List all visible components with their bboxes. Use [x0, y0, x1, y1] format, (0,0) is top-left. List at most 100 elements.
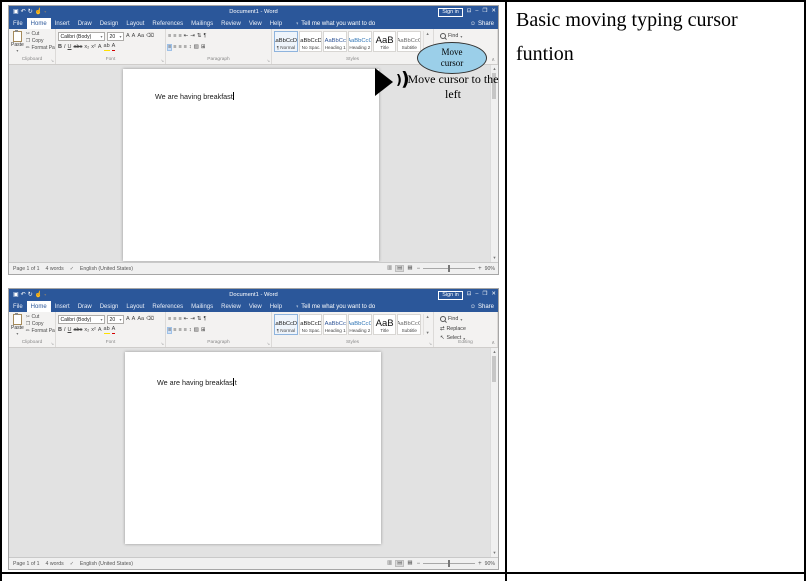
bold-icon[interactable]: B: [58, 328, 62, 334]
tab-file[interactable]: File: [9, 301, 27, 312]
tell-me-box[interactable]: ♀Tell me what you want to do: [295, 18, 375, 29]
scroll-up-icon[interactable]: ▲: [491, 349, 498, 355]
copy-button[interactable]: ❐Copy: [26, 39, 56, 44]
tab-review[interactable]: Review: [217, 301, 245, 312]
find-button[interactable]: Find▾: [440, 32, 495, 40]
justify-icon[interactable]: ≡: [184, 45, 187, 51]
share-button[interactable]: ☺Share: [470, 301, 494, 312]
sign-in-button[interactable]: Sign in: [438, 8, 462, 17]
minimize-icon[interactable]: –: [475, 292, 478, 298]
styles-dialog-launcher-icon[interactable]: ↘: [429, 342, 432, 346]
style-title[interactable]: AaB Title: [373, 31, 397, 52]
web-layout-icon[interactable]: ▦: [406, 561, 413, 567]
read-mode-icon[interactable]: ▥: [386, 561, 393, 567]
paragraph-dialog-launcher-icon[interactable]: ↘: [267, 342, 270, 346]
text-highlight-icon[interactable]: ab: [104, 44, 110, 51]
zoom-slider[interactable]: [423, 268, 475, 269]
tab-help[interactable]: Help: [266, 301, 286, 312]
tab-mailings[interactable]: Mailings: [187, 301, 217, 312]
ribbon-display-options-icon[interactable]: ⊡: [467, 292, 472, 298]
increase-indent-icon[interactable]: ⇥: [190, 34, 195, 40]
shrink-font-icon[interactable]: A: [132, 34, 136, 40]
bold-icon[interactable]: B: [58, 45, 62, 51]
font-dialog-launcher-icon[interactable]: ↘: [161, 342, 164, 346]
font-color-icon[interactable]: A: [112, 44, 116, 51]
redo-icon[interactable]: ↻: [28, 9, 33, 15]
restore-icon[interactable]: ❒: [482, 292, 487, 298]
close-icon[interactable]: ✕: [491, 292, 496, 298]
paste-button[interactable]: Paste ▾: [11, 314, 24, 336]
scroll-thumb[interactable]: [492, 356, 496, 382]
strikethrough-icon[interactable]: abc: [74, 328, 83, 334]
word-count[interactable]: 4 words: [46, 561, 64, 567]
style-heading-2[interactable]: AaBbCcC Heading 2: [348, 314, 372, 335]
ribbon-display-options-icon[interactable]: ⊡: [467, 9, 472, 15]
font-name-select[interactable]: Calibri (Body)▾: [58, 32, 105, 41]
scroll-down-icon[interactable]: ▼: [491, 255, 498, 261]
numbering-icon[interactable]: ≡: [173, 34, 176, 40]
style-normal[interactable]: AaBbCcDc ¶ Normal: [274, 314, 298, 335]
qat-customize-icon[interactable]: ▾: [44, 10, 46, 14]
style-no-spacing[interactable]: AaBbCcDc ¶ No Spac...: [299, 314, 323, 335]
italic-icon[interactable]: I: [64, 328, 66, 334]
save-icon[interactable]: ▣: [13, 9, 19, 15]
text-effects-icon[interactable]: A: [98, 45, 102, 51]
superscript-icon[interactable]: x²: [91, 328, 96, 334]
font-size-select[interactable]: 20▾: [107, 315, 124, 324]
decrease-indent-icon[interactable]: ⇤: [184, 317, 189, 323]
decrease-indent-icon[interactable]: ⇤: [184, 34, 189, 40]
clear-formatting-icon[interactable]: ⌫: [146, 34, 154, 40]
paste-button[interactable]: Paste ▾: [11, 31, 24, 53]
cut-button[interactable]: ✂Cut: [26, 315, 56, 320]
tab-draw[interactable]: Draw: [74, 18, 96, 29]
sign-in-button[interactable]: Sign in: [438, 291, 462, 300]
font-color-icon[interactable]: A: [112, 327, 116, 334]
shading-icon[interactable]: ▨: [194, 45, 199, 51]
align-center-icon[interactable]: ≡: [173, 45, 176, 51]
clipboard-dialog-launcher-icon[interactable]: ↘: [51, 59, 54, 63]
styles-scroll-up-icon[interactable]: ▲: [426, 31, 430, 36]
subscript-icon[interactable]: x₂: [84, 45, 89, 51]
italic-icon[interactable]: I: [64, 45, 66, 51]
zoom-slider-thumb[interactable]: [448, 560, 450, 567]
language-indicator[interactable]: English (United States): [80, 561, 133, 567]
page-indicator[interactable]: Page 1 of 1: [13, 266, 40, 272]
subscript-icon[interactable]: x₂: [84, 328, 89, 334]
tab-view[interactable]: View: [245, 301, 266, 312]
tab-home[interactable]: Home: [27, 301, 51, 312]
page-indicator[interactable]: Page 1 of 1: [13, 561, 40, 567]
zoom-in-icon[interactable]: +: [478, 561, 482, 567]
print-layout-icon[interactable]: ▤: [396, 561, 403, 567]
superscript-icon[interactable]: x²: [91, 45, 96, 51]
clear-formatting-icon[interactable]: ⌫: [146, 317, 154, 323]
scroll-down-icon[interactable]: ▼: [491, 550, 498, 556]
collapse-ribbon-icon[interactable]: ∧: [491, 57, 495, 63]
style-heading-2[interactable]: AaBbCcC Heading 2: [348, 31, 372, 52]
align-left-icon[interactable]: ≡: [168, 328, 171, 334]
vertical-scrollbar[interactable]: ▲ ▼: [490, 348, 498, 557]
collapse-ribbon-icon[interactable]: ∧: [491, 340, 495, 346]
strikethrough-icon[interactable]: abc: [74, 45, 83, 51]
word-count[interactable]: 4 words: [46, 266, 64, 272]
borders-icon[interactable]: ⊞: [201, 45, 206, 51]
align-center-icon[interactable]: ≡: [173, 328, 176, 334]
line-spacing-icon[interactable]: ↕: [189, 328, 192, 334]
tab-references[interactable]: References: [148, 18, 187, 29]
tab-draw[interactable]: Draw: [74, 301, 96, 312]
zoom-in-icon[interactable]: +: [478, 266, 482, 272]
pilcrow-icon[interactable]: ¶: [203, 34, 206, 40]
redo-icon[interactable]: ↻: [28, 292, 33, 298]
touch-mode-icon[interactable]: ☝: [35, 292, 42, 298]
underline-icon[interactable]: U: [68, 45, 72, 51]
proofing-icon[interactable]: ✓: [70, 266, 74, 272]
style-subtitle[interactable]: AaBbCcC Subtitle: [397, 314, 421, 335]
document-page[interactable]: We are having breakfast: [123, 69, 379, 261]
zoom-slider-thumb[interactable]: [448, 265, 450, 272]
tab-insert[interactable]: Insert: [51, 301, 74, 312]
undo-icon[interactable]: ↶: [21, 9, 26, 15]
text-effects-icon[interactable]: A: [98, 328, 102, 334]
tab-help[interactable]: Help: [266, 18, 286, 29]
cut-button[interactable]: ✂Cut: [26, 32, 56, 37]
web-layout-icon[interactable]: ▦: [406, 266, 413, 272]
sort-icon[interactable]: ⇅: [197, 317, 202, 323]
